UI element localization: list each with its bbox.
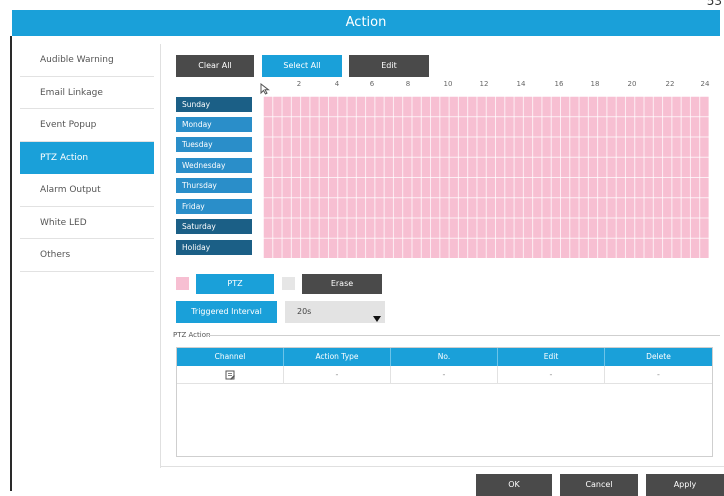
day-label-saturday[interactable]: Saturday: [176, 219, 252, 234]
day-label-friday[interactable]: Friday: [176, 199, 252, 214]
day-label-tuesday[interactable]: Tuesday: [176, 137, 252, 152]
table-row-no: -: [391, 366, 498, 384]
day-label-monday[interactable]: Monday: [176, 117, 252, 132]
select-all-button[interactable]: Select All: [262, 55, 342, 77]
edit-button[interactable]: Edit: [349, 55, 429, 77]
apply-button[interactable]: Apply: [646, 474, 724, 496]
table-row-channel-cell[interactable]: [177, 366, 284, 384]
sidebar-item-white-led[interactable]: White LED: [20, 207, 154, 239]
hour-label: 8: [405, 80, 411, 88]
triggered-interval-select[interactable]: 20s: [285, 301, 385, 323]
hour-label: 4: [334, 80, 340, 88]
erase-color-swatch: [282, 277, 295, 290]
column-header-channel: Channel: [177, 348, 284, 366]
hour-label: 22: [665, 80, 675, 88]
hour-label: 18: [590, 80, 600, 88]
sidebar-item-ptz-action[interactable]: PTZ Action: [20, 141, 154, 174]
dropdown-arrow-icon: [373, 308, 381, 327]
triggered-interval-label: Triggered Interval: [176, 301, 277, 323]
sidebar-item-event-popup[interactable]: Event Popup: [20, 109, 154, 142]
ptz-action-table: Channel Action Type No. Edit Delete - - …: [176, 347, 713, 457]
cursor-icon[interactable]: [259, 80, 271, 95]
sidebar-item-email-linkage[interactable]: Email Linkage: [20, 77, 154, 109]
sidebar-item-others[interactable]: Others: [20, 239, 154, 272]
sidebar: Audible Warning Email Linkage Event Popu…: [20, 44, 154, 272]
day-label-holiday[interactable]: Holiday: [176, 240, 252, 255]
day-label-sunday[interactable]: Sunday: [176, 97, 252, 112]
day-label-wednesday[interactable]: Wednesday: [176, 158, 252, 173]
day-label-thursday[interactable]: Thursday: [176, 178, 252, 193]
table-row-edit: -: [498, 366, 605, 384]
table-row-delete: -: [605, 366, 712, 384]
hour-label: 6: [369, 80, 375, 88]
hour-label: 24: [700, 80, 710, 88]
ptz-action-section-label: PTZ Action: [173, 331, 211, 339]
sidebar-item-alarm-output[interactable]: Alarm Output: [20, 174, 154, 207]
top-strip: [0, 0, 724, 10]
column-header-delete: Delete: [605, 348, 712, 366]
edit-channel-icon[interactable]: [225, 370, 236, 388]
erase-mode-button[interactable]: Erase: [302, 274, 382, 294]
column-header-action-type: Action Type: [284, 348, 391, 366]
clear-all-button[interactable]: Clear All: [176, 55, 254, 77]
hour-label: 2: [296, 80, 302, 88]
ptz-mode-button[interactable]: PTZ: [196, 274, 274, 294]
triggered-interval-value: 20s: [297, 307, 312, 316]
corner-number: 53: [706, 0, 722, 8]
hour-label: 16: [554, 80, 564, 88]
section-rule: [208, 335, 720, 336]
column-header-no: No.: [391, 348, 498, 366]
schedule-grid[interactable]: [263, 96, 709, 258]
sidebar-divider: [160, 44, 161, 468]
hour-label: 20: [627, 80, 637, 88]
ok-button[interactable]: OK: [476, 474, 552, 496]
footer-rule: [160, 466, 724, 467]
hour-label: 10: [443, 80, 453, 88]
window-title: Action: [12, 10, 720, 36]
column-header-edit: Edit: [498, 348, 605, 366]
sidebar-item-audible-warning[interactable]: Audible Warning: [20, 44, 154, 77]
cancel-button[interactable]: Cancel: [560, 474, 638, 496]
table-row-action-type: -: [284, 366, 391, 384]
ptz-color-swatch: [176, 277, 189, 290]
hour-label: 12: [479, 80, 489, 88]
hour-label: 14: [516, 80, 526, 88]
